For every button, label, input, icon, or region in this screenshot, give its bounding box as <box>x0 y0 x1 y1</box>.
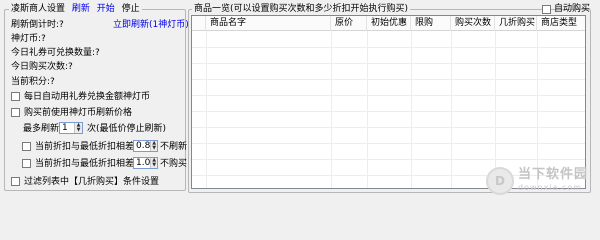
column-header-discount[interactable]: 初始优惠 <box>367 16 411 31</box>
discount-no-buy-stepper[interactable]: 1.0 ▲ ▼ <box>133 157 158 169</box>
refresh-countdown-label: 刷新倒计时: <box>11 20 60 30</box>
auto-buy-checkbox[interactable] <box>542 5 551 14</box>
discount-no-buy-checkbox[interactable] <box>22 159 31 168</box>
grid-vline <box>537 31 538 188</box>
points-info: 当前积分:? <box>11 76 55 88</box>
column-header-name[interactable]: 商品名字 <box>206 16 331 31</box>
grid-row-line <box>192 79 585 80</box>
auto-exchange-label: 每日自动用礼券兑换金额神灯币 <box>24 92 151 102</box>
tab-stop[interactable]: 停止 <box>122 4 140 14</box>
grid-vline <box>367 31 368 188</box>
grid-vline <box>206 31 207 188</box>
tab-refresh[interactable]: 刷新 <box>72 4 90 14</box>
column-header-price[interactable]: 原价 <box>331 16 367 31</box>
use-coins-label: 购买前使用神灯币刷新价格 <box>24 108 133 118</box>
discount-no-buy-arrows[interactable]: ▲ ▼ <box>150 158 157 168</box>
coins-info: 神灯币:? <box>11 33 46 45</box>
auto-buy-label: 自动购买 <box>554 4 591 14</box>
column-header-buy-discount[interactable]: 几折购买 <box>495 16 537 31</box>
merchant-settings-title-text: 凌斯商人设置 <box>11 4 66 14</box>
grid-row-line <box>192 127 585 128</box>
watermark-text: 当下软件园 downxia.com <box>518 168 588 194</box>
grid-row-line <box>192 95 585 96</box>
grid-vline <box>451 31 452 188</box>
column-header-limit[interactable]: 限购 <box>411 16 451 31</box>
points-value: ? <box>50 77 55 87</box>
merchant-settings-title: 凌斯商人设置 刷新 开始 停止 <box>9 3 142 15</box>
discount-no-buy-value: 1.0 <box>136 158 151 168</box>
spin-down-icon[interactable]: ▼ <box>75 128 82 133</box>
filter-label: 过滤列表中【几折购买】条件设置 <box>24 177 160 187</box>
discount-no-refresh-arrows[interactable]: ▲ ▼ <box>150 141 157 151</box>
refresh-now-link[interactable]: 立即刷新(1神灯币) <box>113 19 189 31</box>
product-list-header: 商品名字 原价 初始优惠 限购 购买次数 几折购买 商店类型 <box>192 16 585 31</box>
grid-vline <box>495 31 496 188</box>
coins-label: 神灯币: <box>11 34 42 44</box>
buy-count-value: ? <box>68 62 73 72</box>
spin-down-icon[interactable]: ▼ <box>151 163 157 168</box>
grid-row-line <box>192 47 585 48</box>
discount-no-buy-label: 当前折扣与最低折扣相差 <box>35 159 135 169</box>
coins-value: ? <box>41 34 46 44</box>
filter-checkbox[interactable] <box>11 177 20 186</box>
watermark-logo-icon: D <box>485 167 514 195</box>
exchange-info: 今日礼券可兑换数量:? <box>11 47 100 59</box>
exchange-value: ? <box>95 48 100 58</box>
product-list[interactable]: 商品名字 原价 初始优惠 限购 购买次数 几折购买 商店类型 <box>191 15 586 189</box>
grid-vline <box>411 31 412 188</box>
grid-row-line <box>192 143 585 144</box>
points-label: 当前积分: <box>11 77 51 87</box>
discount-no-refresh-stepper[interactable]: 0.8 ▲ ▼ <box>133 140 158 152</box>
spin-down-icon[interactable]: ▼ <box>151 146 157 151</box>
buy-count-info: 今日购买次数:? <box>11 61 73 73</box>
max-refresh-value: 1 <box>62 123 68 133</box>
refresh-countdown-value: ? <box>59 20 64 30</box>
grid-row-line <box>192 159 585 160</box>
watermark-cn: 当下软件园 <box>517 167 588 182</box>
tab-start[interactable]: 开始 <box>97 4 115 14</box>
site-watermark: D 当下软件园 downxia.com <box>485 167 588 195</box>
column-header-shop-type[interactable]: 商店类型 <box>537 16 585 31</box>
column-header-buy-count[interactable]: 购买次数 <box>451 16 495 31</box>
discount-no-refresh-value: 0.8 <box>136 141 151 151</box>
buy-count-label: 今日购买次数: <box>11 62 69 72</box>
use-coins-checkbox[interactable] <box>11 108 20 117</box>
product-list-title: 商品一览(可以设置购买次数和多少折扣开始执行购买) <box>192 3 411 15</box>
auto-exchange-checkbox[interactable] <box>11 92 20 101</box>
discount-no-buy-suffix: 不购买 <box>160 159 188 169</box>
max-refresh-suffix: 次(最低价停止刷新) <box>87 124 167 134</box>
watermark-en: downxia.com <box>517 183 583 192</box>
column-header-spacer <box>192 16 206 31</box>
grid-row-line <box>192 111 585 112</box>
discount-no-refresh-checkbox[interactable] <box>22 142 31 151</box>
discount-no-refresh-suffix: 不刷新 <box>160 142 188 152</box>
grid-vline <box>331 31 332 188</box>
max-refresh-stepper[interactable]: 1 ▲ ▼ <box>59 122 83 134</box>
max-refresh-arrows[interactable]: ▲ ▼ <box>74 123 82 133</box>
discount-no-refresh-label: 当前折扣与最低折扣相差 <box>35 142 135 152</box>
max-refresh-prefix: 最多刷新 <box>23 124 60 134</box>
grid-row-line <box>192 63 585 64</box>
refresh-countdown: 刷新倒计时:? <box>11 19 64 31</box>
exchange-label: 今日礼券可兑换数量: <box>11 48 96 58</box>
